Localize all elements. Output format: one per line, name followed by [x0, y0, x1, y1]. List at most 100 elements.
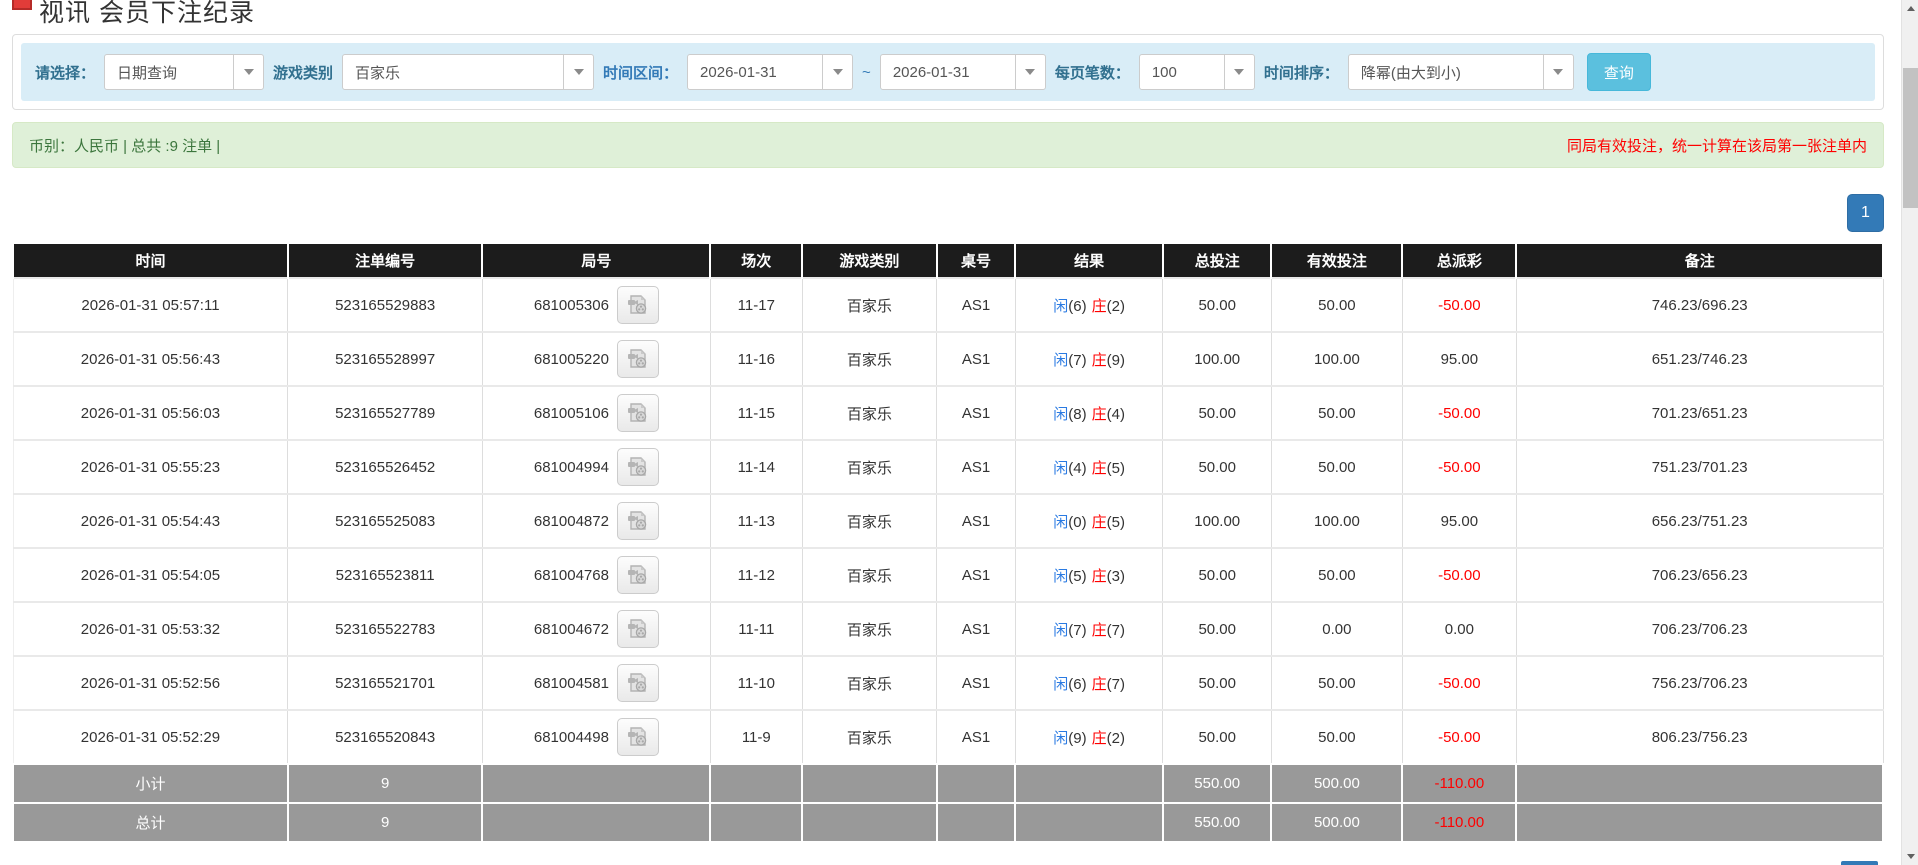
subtotal-payout: -110.00 — [1401, 763, 1518, 804]
result-banker-label: 庄 — [1091, 351, 1107, 369]
video-replay-button[interactable] — [616, 286, 659, 324]
scroll-up-arrow-icon[interactable] — [1902, 0, 1918, 17]
video-replay-icon — [627, 295, 647, 314]
table-row: 2026-01-31 05:52:29 523165520843 6810044… — [12, 709, 1884, 765]
cell-result: 闲(7) 庄(7) — [1014, 601, 1164, 657]
cell-result: 闲(6) 庄(2) — [1014, 277, 1164, 333]
cell-total-payout: 0.00 — [1401, 601, 1517, 657]
scrollbar-thumb[interactable] — [1903, 68, 1918, 208]
vertical-scrollbar[interactable] — [1901, 0, 1918, 865]
cell-game-type: 百家乐 — [801, 277, 938, 333]
result-player-label: 闲 — [1053, 567, 1069, 585]
cell-total-payout: -50.00 — [1401, 709, 1517, 765]
result-player-count: (0) — [1068, 513, 1087, 531]
result-banker-label: 庄 — [1091, 729, 1107, 747]
cell-result: 闲(0) 庄(5) — [1014, 493, 1164, 549]
video-replay-button[interactable] — [616, 394, 659, 432]
cell-time: 2026-01-31 05:52:56 — [12, 655, 289, 711]
cell-valid-bet: 50.00 — [1270, 709, 1403, 765]
date-from-select[interactable]: 2026-01-31 — [687, 54, 854, 90]
date-to-value: 2026-01-31 — [892, 63, 970, 81]
table-row: 2026-01-31 05:55:23 523165526452 6810049… — [12, 439, 1884, 495]
cell-total-payout: 95.00 — [1401, 493, 1517, 549]
table-row: 2026-01-31 05:56:03 523165527789 6810051… — [12, 385, 1884, 441]
cell-total-bet[interactable]: 50.00 — [1162, 277, 1272, 333]
page-1-button[interactable]: 1 — [1847, 194, 1884, 232]
cell-time: 2026-01-31 05:54:43 — [12, 493, 289, 549]
cell-time: 2026-01-31 05:52:29 — [12, 709, 289, 765]
cell-total-bet[interactable]: 100.00 — [1162, 331, 1272, 387]
cell-total-bet[interactable]: 50.00 — [1162, 709, 1272, 765]
cell-total-bet[interactable]: 50.00 — [1162, 385, 1272, 441]
column-header-game-type: 游戏类别 — [801, 244, 938, 278]
table-row: 2026-01-31 05:56:43 523165528997 6810052… — [12, 331, 1884, 387]
result-banker-label: 庄 — [1091, 459, 1107, 477]
cell-total-bet[interactable]: 50.00 — [1162, 601, 1272, 657]
cell-table-no: AS1 — [936, 709, 1016, 765]
bottom-page-1-button[interactable] — [1841, 861, 1878, 865]
cell-total-bet[interactable]: 50.00 — [1162, 439, 1272, 495]
cell-time: 2026-01-31 05:56:03 — [12, 385, 289, 441]
video-replay-button[interactable] — [616, 556, 659, 594]
video-replay-icon — [627, 673, 647, 692]
cell-valid-bet: 50.00 — [1270, 439, 1403, 495]
cell-game-type: 百家乐 — [801, 709, 938, 765]
video-replay-button[interactable] — [616, 718, 659, 756]
result-banker-count: (7) — [1106, 675, 1125, 693]
result-banker-count: (3) — [1106, 567, 1125, 585]
chevron-down-icon — [822, 55, 852, 89]
cell-note: 701.23/651.23 — [1515, 385, 1884, 441]
cell-game-type: 百家乐 — [801, 439, 938, 495]
subtotal-total-bet: 550.00 — [1161, 763, 1273, 804]
subtotal-count: 9 — [286, 763, 484, 804]
table-header-row: 时间 注单编号 局号 场次 游戏类别 桌号 结果 总投注 有效投注 总派彩 备注 — [12, 244, 1884, 278]
pagination: 1 — [12, 194, 1884, 232]
cell-total-bet[interactable]: 50.00 — [1162, 655, 1272, 711]
page-size-select[interactable]: 100 — [1138, 54, 1255, 90]
subtotal-label: 小计 — [12, 763, 289, 804]
query-button[interactable]: 查询 — [1586, 53, 1651, 91]
cell-session: 11-11 — [709, 601, 803, 657]
total-label: 总计 — [12, 802, 289, 843]
video-replay-button[interactable] — [616, 502, 659, 540]
query-type-value: 日期查询 — [117, 64, 178, 82]
result-banker-count: (7) — [1106, 621, 1125, 639]
query-type-select[interactable]: 日期查询 — [104, 54, 265, 90]
time-sort-select[interactable]: 降幂(由大到小) — [1347, 54, 1574, 90]
page-root: 视讯 会员下注纪录 请选择： 日期查询 游戏类别 百家乐 时间区间： 2026-… — [0, 0, 1918, 865]
video-replay-button[interactable] — [616, 610, 659, 648]
chevron-down-icon — [1223, 55, 1254, 89]
round-id-text: 681005306 — [533, 296, 609, 314]
cell-bet-id: 523165528997 — [287, 331, 483, 387]
cell-session: 11-14 — [709, 439, 803, 495]
column-header-note: 备注 — [1515, 244, 1884, 278]
time-sort-value: 降幂(由大到小) — [1360, 64, 1461, 82]
cell-time: 2026-01-31 05:57:11 — [12, 277, 289, 333]
column-header-time: 时间 — [12, 244, 289, 278]
video-replay-icon — [627, 511, 647, 530]
cell-session: 11-12 — [709, 547, 803, 603]
cell-bet-id: 523165529883 — [287, 277, 483, 333]
cell-round-id: 681004498 — [481, 709, 711, 765]
video-replay-button[interactable] — [616, 340, 659, 378]
table-row: 2026-01-31 05:57:11 523165529883 6810053… — [12, 277, 1884, 333]
cell-note: 651.23/746.23 — [1515, 331, 1884, 387]
cell-total-bet[interactable]: 100.00 — [1162, 493, 1272, 549]
cell-total-bet[interactable]: 50.00 — [1162, 547, 1272, 603]
cell-total-payout: -50.00 — [1401, 385, 1517, 441]
cell-game-type: 百家乐 — [801, 331, 938, 387]
chevron-down-icon — [1014, 55, 1045, 89]
video-replay-button[interactable] — [616, 664, 659, 702]
game-type-select[interactable]: 百家乐 — [342, 54, 595, 90]
cell-session: 11-10 — [709, 655, 803, 711]
chevron-down-icon — [233, 55, 263, 89]
subtotal-row: 小计 9 550.00 500.00 -110.00 — [12, 763, 1884, 804]
chevron-down-icon — [563, 55, 593, 89]
cell-total-payout: -50.00 — [1401, 439, 1517, 495]
video-replay-button[interactable] — [616, 448, 659, 486]
video-replay-icon — [627, 619, 647, 638]
scroll-down-arrow-icon[interactable] — [1902, 848, 1918, 865]
cell-table-no: AS1 — [936, 439, 1016, 495]
cell-time: 2026-01-31 05:53:32 — [12, 601, 289, 657]
date-to-select[interactable]: 2026-01-31 — [879, 54, 1046, 90]
